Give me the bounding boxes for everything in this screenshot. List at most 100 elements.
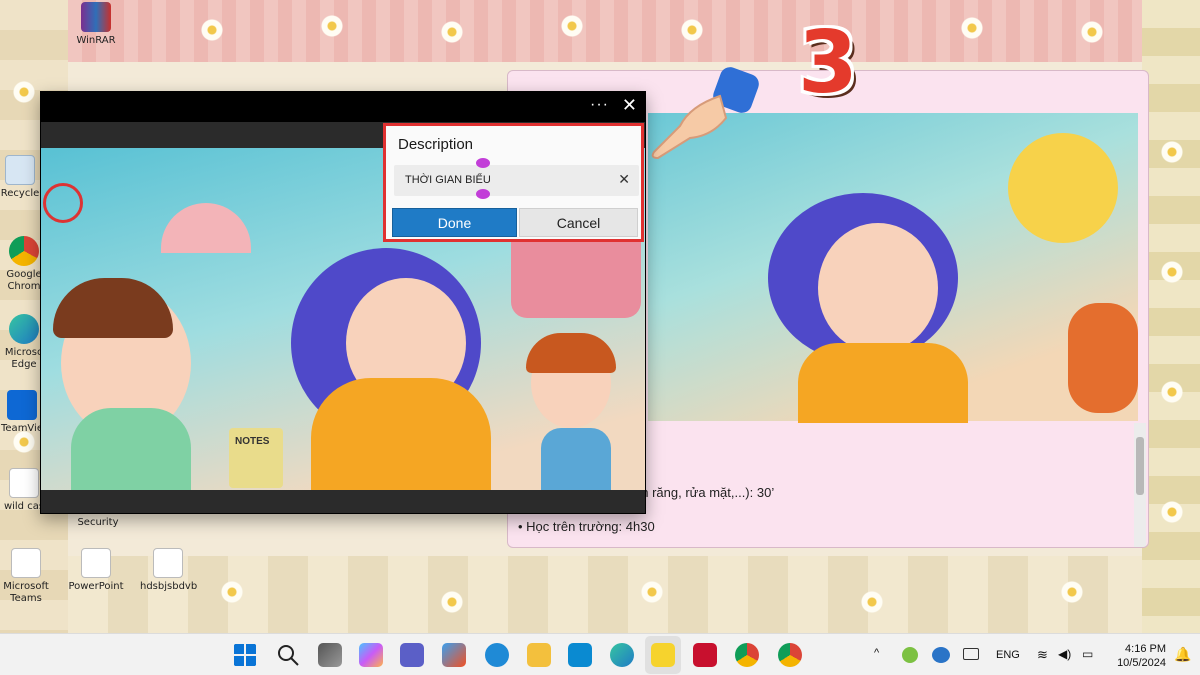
flower-decoration (1060, 580, 1084, 604)
edge-icon[interactable] (610, 643, 634, 667)
mcafee-icon[interactable] (693, 643, 717, 667)
search-icon[interactable] (276, 643, 300, 667)
edge-icon (9, 314, 39, 344)
file-explorer-icon[interactable] (527, 643, 551, 667)
viewer-footer (41, 490, 645, 513)
illustration-small-boy-shirt (541, 428, 611, 490)
help-icon[interactable] (485, 643, 509, 667)
done-button[interactable]: Done (392, 208, 517, 237)
illustration-girl-face (818, 223, 938, 353)
volume-icon[interactable]: ◀) (1058, 647, 1071, 661)
teamviewer-icon (7, 390, 37, 420)
chrome-icon (9, 236, 39, 266)
desktop-icon-label: Security (77, 517, 119, 528)
show-hidden-icons-chevron-icon[interactable]: ^ (874, 647, 879, 659)
flower-decoration (1080, 20, 1104, 44)
desktop-icon-label: wild cas (3, 501, 45, 512)
pointing-hand-icon (651, 67, 759, 160)
document-icon (153, 548, 183, 578)
desktop-icon-winrar[interactable]: WinRAR (68, 2, 124, 47)
start-icon[interactable] (233, 643, 257, 667)
more-options-icon[interactable]: ··· (590, 96, 609, 114)
language-indicator[interactable]: ENG (996, 649, 1020, 661)
text-selection-handle-icon[interactable] (476, 158, 490, 168)
scrollbar-thumb[interactable] (1136, 437, 1144, 495)
flower-decoration (960, 16, 984, 40)
flower-decoration (640, 580, 664, 604)
illustration-girl-shirt (798, 343, 968, 423)
illustration-boy-hair (53, 278, 173, 338)
close-icon[interactable]: ✕ (622, 95, 637, 116)
sticky-notes-icon[interactable] (651, 643, 675, 667)
clock-time: 4:16 PM (1125, 643, 1166, 655)
illustration-notes-book: NOTES (229, 428, 283, 488)
desktop-icon-label: Microso Edge (4, 347, 44, 370)
desktop-icon-microsoft-teams[interactable]: Microsoft Teams (0, 548, 54, 605)
illustration-boy-shirt (71, 408, 191, 490)
recycle-bin-icon (5, 155, 35, 185)
tray-app-icon[interactable] (902, 647, 918, 663)
copilot-icon[interactable] (359, 643, 383, 667)
desktop-icon-label: Google Chrom (6, 269, 42, 292)
description-dialog: Description THỜI GIAN BIỂU ✕ Done Cancel (383, 123, 644, 242)
desktop-icon-security[interactable]: Security (70, 517, 126, 529)
flower-decoration (1160, 500, 1184, 524)
flower-decoration (680, 18, 704, 42)
desktop-icon-label: PowerPoint (68, 581, 124, 592)
flower-decoration (200, 18, 224, 42)
description-input[interactable]: THỜI GIAN BIỂU ✕ (394, 165, 639, 196)
flower-decoration (12, 80, 36, 104)
step-number-badge: 3 (798, 13, 858, 113)
wifi-icon[interactable]: ≋ (1037, 647, 1048, 663)
myhp-icon[interactable] (568, 643, 592, 667)
illustration-a-plus-badge (43, 183, 83, 223)
flower-decoration (560, 14, 584, 38)
text-selection-handle-icon[interactable] (476, 189, 490, 199)
flower-decoration (220, 580, 244, 604)
flower-decoration (1160, 260, 1184, 284)
flower-decoration (320, 14, 344, 38)
desktop-icon-label: Recycle (0, 188, 40, 199)
teams-icon[interactable] (400, 643, 424, 667)
illustration-umbrella (161, 203, 251, 253)
desktop-icon-powerpoint[interactable]: PowerPoint (68, 548, 124, 593)
desktop-icon-label: hdsbjsbdvb (140, 581, 198, 592)
flower-decoration (440, 590, 464, 614)
desktop-icon-label: Microsoft Teams (3, 581, 49, 604)
description-input-value[interactable]: THỜI GIAN BIỂU (405, 174, 491, 186)
flower-decoration (1160, 380, 1184, 404)
illustration-boy (1068, 303, 1138, 413)
flower-decoration (1160, 140, 1184, 164)
flower-decoration (440, 20, 464, 44)
background-window-text-line: • Học trên trường: 4h30 (518, 519, 655, 534)
chrome-profile-icon[interactable] (778, 643, 802, 667)
flower-decoration (860, 590, 884, 614)
shortcut-icon (81, 548, 111, 578)
cancel-button[interactable]: Cancel (519, 208, 638, 237)
background-window-text-line: nh răng, rửa mặt,...): 30’ (634, 485, 775, 500)
system-clock[interactable]: 4:16 PM 10/5/2024 (1108, 642, 1166, 670)
task-view-icon[interactable] (318, 643, 342, 667)
clear-input-icon[interactable]: ✕ (618, 171, 630, 188)
desktop-icon-label: TeamVie (1, 423, 43, 434)
dialog-title: Description (398, 136, 474, 153)
desktop-icon-hdsbjsbdvb[interactable]: hdsbjsbdvb (140, 548, 198, 593)
wallpaper-right-border (1142, 0, 1200, 633)
battery-icon[interactable]: ▭ (1082, 647, 1093, 661)
chrome-icon[interactable] (735, 643, 759, 667)
onedrive-icon[interactable] (932, 647, 950, 663)
viewer-title-bar[interactable]: ··· ✕ (41, 92, 645, 122)
desktop-icon-label: WinRAR (76, 35, 116, 46)
shortcut-icon (11, 548, 41, 578)
notification-bell-icon[interactable]: 🔔 (1174, 646, 1191, 663)
illustration-sun (1008, 133, 1118, 243)
clock-date: 10/5/2024 (1117, 657, 1166, 669)
background-window-scrollbar[interactable] (1134, 423, 1146, 547)
document-icon (9, 468, 39, 498)
store-icon[interactable] (442, 643, 466, 667)
illustration-girl-shirt (311, 378, 491, 490)
illustration-small-boy-hair (526, 333, 616, 373)
taskbar: ^ ENG ≋ ◀) ▭ 4:16 PM 10/5/2024 🔔 (0, 633, 1200, 675)
keyboard-icon[interactable] (963, 648, 979, 660)
winrar-icon (81, 2, 111, 32)
